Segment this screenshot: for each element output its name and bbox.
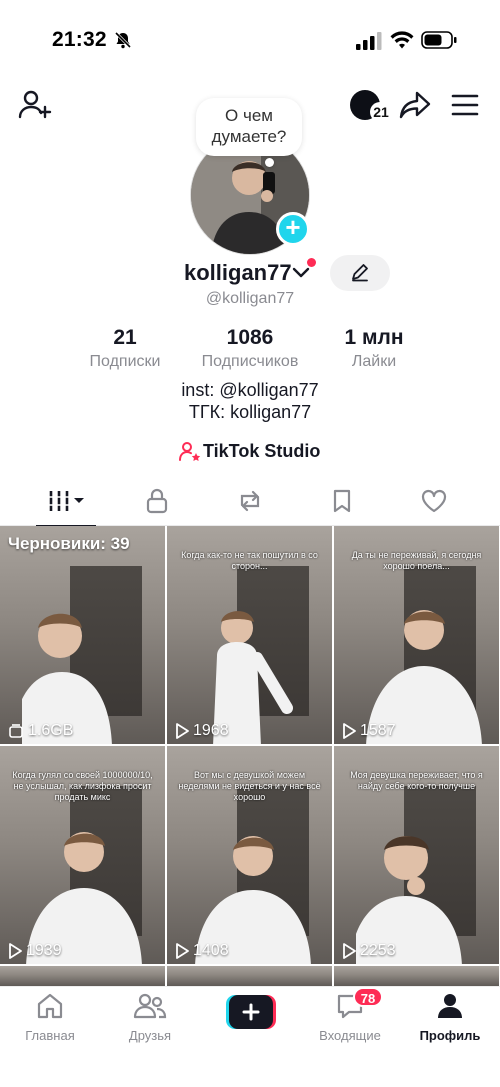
home-icon bbox=[37, 993, 63, 1019]
nav-profile[interactable]: Профиль bbox=[400, 991, 500, 1043]
wifi-icon bbox=[390, 31, 414, 49]
repost-icon bbox=[240, 490, 260, 512]
nav-home[interactable]: Главная bbox=[0, 991, 100, 1043]
tab-private[interactable] bbox=[107, 476, 207, 526]
tab-reposts[interactable] bbox=[200, 476, 300, 526]
stat-followers[interactable]: 1086 Подписчиков bbox=[190, 326, 310, 371]
view-count: 1968 bbox=[175, 722, 229, 740]
stat-likes-value: 1 млн bbox=[344, 326, 404, 349]
user-handle: @kolligan77 bbox=[205, 290, 295, 307]
studio-icon bbox=[179, 442, 201, 461]
stat-followers-label: Подписчиков bbox=[201, 353, 299, 370]
stat-likes-label: Лайки bbox=[351, 353, 397, 370]
video-count: 2253 bbox=[360, 942, 396, 959]
play-icon bbox=[9, 943, 22, 959]
video-caption: Вот мы с девушкой можем неделями не виде… bbox=[178, 770, 321, 802]
video-thumbnail[interactable]: Вот мы с девушкой можем неделями не виде… bbox=[167, 746, 332, 964]
video-thumbnail-partial[interactable] bbox=[334, 966, 499, 986]
tab-favorites[interactable] bbox=[292, 476, 392, 526]
add-story-button[interactable]: + bbox=[276, 212, 310, 246]
view-count: 1408 bbox=[175, 942, 229, 960]
battery-icon bbox=[421, 31, 457, 49]
stat-following-label: Подписки bbox=[89, 353, 161, 370]
bubble-tail bbox=[265, 158, 274, 167]
stat-following[interactable]: 21 Подписки bbox=[65, 326, 185, 371]
signal-icon bbox=[356, 32, 382, 50]
storage-size: 1.6GB bbox=[8, 722, 73, 740]
lock-icon bbox=[146, 488, 168, 514]
bio: inst: @kolligan77 ТГК: kolligan77 bbox=[0, 379, 500, 423]
friends-icon bbox=[133, 993, 167, 1019]
status-time: 21:32 bbox=[52, 28, 107, 51]
tab-videos[interactable] bbox=[16, 476, 116, 527]
video-count: 1587 bbox=[360, 722, 396, 739]
video-thumbnail-partial[interactable] bbox=[167, 966, 332, 986]
video-count: 1939 bbox=[26, 942, 62, 959]
bookmark-icon bbox=[333, 489, 351, 513]
nav-friends[interactable]: Друзья bbox=[100, 991, 200, 1043]
stat-following-value: 21 bbox=[113, 326, 137, 349]
video-caption: Да ты не переживай, я сегодня хорошо пое… bbox=[351, 550, 482, 571]
share-icon[interactable] bbox=[399, 90, 431, 120]
video-caption: Когда гулял со своей 1000000/10, не услы… bbox=[12, 770, 153, 802]
add-friend-icon[interactable] bbox=[18, 88, 52, 122]
status-bar: 21:32 bbox=[0, 0, 500, 80]
notifications-count-badge: 21 bbox=[370, 102, 392, 122]
video-thumbnail[interactable]: Моя девушка переживает, что я найду себе… bbox=[334, 746, 499, 964]
tiktok-studio-link[interactable]: TikTok Studio bbox=[203, 441, 320, 462]
video-caption: Когда как-то не так пошутил в со сторон.… bbox=[181, 550, 318, 571]
video-grid: Черновики: 39 1.6GB Когда как-то не так … bbox=[0, 526, 500, 986]
video-thumbnail[interactable]: Когда гулял со своей 1000000/10, не услы… bbox=[0, 746, 165, 964]
video-count: 1968 bbox=[193, 722, 229, 739]
bio-line: ТГК: kolligan77 bbox=[188, 402, 312, 422]
nav-inbox[interactable]: Входящие bbox=[300, 991, 400, 1043]
video-thumbnail[interactable]: Да ты не переживай, я сегодня хорошо пое… bbox=[334, 526, 499, 744]
edit-profile-button[interactable] bbox=[330, 255, 390, 291]
tab-liked[interactable] bbox=[384, 476, 484, 526]
username[interactable]: kolligan77 bbox=[184, 260, 292, 286]
menu-icon[interactable] bbox=[451, 93, 479, 117]
play-icon bbox=[343, 943, 356, 959]
drafts-icon bbox=[9, 724, 23, 738]
view-count: 2253 bbox=[342, 942, 396, 960]
video-count: 1408 bbox=[193, 942, 229, 959]
video-thumbnail-partial[interactable] bbox=[0, 966, 165, 986]
nav-profile-label: Профиль bbox=[419, 1028, 481, 1043]
video-caption: Моя девушка переживает, что я найду себе… bbox=[350, 770, 483, 791]
stat-likes[interactable]: 1 млн Лайки bbox=[314, 326, 434, 371]
nav-friends-label: Друзья bbox=[128, 1028, 172, 1043]
status-bubble[interactable]: О чем думаете? bbox=[196, 98, 302, 156]
view-count: 1587 bbox=[342, 722, 396, 740]
inbox-badge: 78 bbox=[353, 987, 383, 1007]
create-button[interactable] bbox=[226, 995, 276, 1029]
bio-line: inst: @kolligan77 bbox=[181, 380, 319, 400]
drafts-label: Черновики: 39 bbox=[8, 534, 130, 553]
video-thumbnail[interactable]: Черновики: 39 1.6GB bbox=[0, 526, 165, 744]
play-icon bbox=[176, 723, 189, 739]
nav-home-label: Главная bbox=[25, 1028, 75, 1043]
bottom-nav: Главная Друзья Входящие 78 Профиль bbox=[0, 986, 500, 1087]
pencil-icon bbox=[352, 264, 368, 282]
video-thumbnail[interactable]: Когда как-то не так пошутил в со сторон.… bbox=[167, 526, 332, 744]
profile-icon bbox=[438, 994, 462, 1018]
video-count: 1.6GB bbox=[28, 722, 74, 739]
profile-tabs bbox=[0, 476, 500, 527]
view-count: 1939 bbox=[8, 942, 62, 960]
grid-icon bbox=[49, 491, 84, 511]
heart-icon bbox=[421, 489, 447, 513]
play-icon bbox=[176, 943, 189, 959]
play-icon bbox=[343, 723, 356, 739]
bell-off-icon bbox=[114, 31, 132, 49]
chevron-down-icon[interactable] bbox=[292, 266, 310, 280]
stat-followers-value: 1086 bbox=[226, 326, 274, 349]
notification-dot bbox=[307, 258, 316, 267]
nav-inbox-label: Входящие bbox=[319, 1028, 381, 1043]
